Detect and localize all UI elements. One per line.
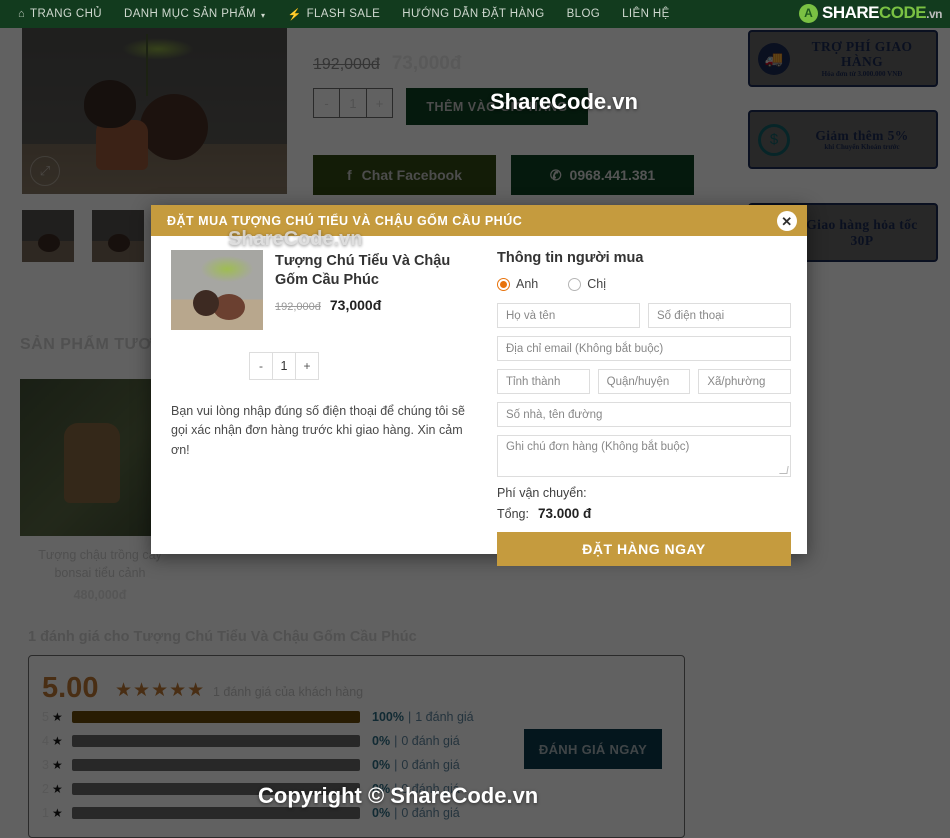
shipping-fee-row: Phí vận chuyển: bbox=[497, 486, 791, 500]
total-value: 73.000 đ bbox=[537, 506, 592, 521]
page-root: ⤢ 192,000đ 73,000đ - 1 + THÊM VÀO GIỎ HÀ… bbox=[0, 0, 950, 838]
modal-note-text: Bạn vui lòng nhập đúng số điện thoại để … bbox=[171, 404, 465, 457]
email-input[interactable]: Địa chỉ email (Không bắt buộc) bbox=[497, 336, 791, 361]
modal-body: Tượng Chú Tiểu Và Chậu Gốm Cầu Phúc 192,… bbox=[151, 236, 807, 566]
site-logo[interactable]: A SHARECODE.vn bbox=[799, 3, 942, 23]
modal-product-summary: Tượng Chú Tiểu Và Chậu Gốm Cầu Phúc 192,… bbox=[171, 250, 481, 330]
modal-product-name: Tượng Chú Tiểu Và Chậu Gốm Cầu Phúc bbox=[275, 253, 451, 289]
modal-form: Thông tin người mua Anh Chị Họ và tên Số… bbox=[491, 250, 797, 566]
form-title: Thông tin người mua bbox=[497, 250, 644, 266]
modal-quantity-value[interactable]: 1 bbox=[272, 353, 296, 379]
total-row: Tổng: 73.000 đ bbox=[497, 506, 791, 521]
fullname-input[interactable]: Họ và tên bbox=[497, 303, 640, 328]
order-modal: ĐẶT MUA TƯỢNG CHÚ TIỂU VÀ CHẬU GỐM CẦU P… bbox=[151, 205, 807, 566]
radio-anh[interactable]: Anh bbox=[497, 277, 538, 291]
radio-icon[interactable] bbox=[568, 277, 582, 291]
phone-input[interactable]: Số điện thoại bbox=[648, 303, 791, 328]
order-note-textarea[interactable]: Ghi chú đơn hàng (Không bắt buộc) bbox=[497, 435, 791, 477]
nav-item-blog[interactable]: BLOG bbox=[567, 8, 601, 20]
nav-item-huong-dan[interactable]: HƯỚNG DẪN ĐẶT HÀNG bbox=[402, 8, 544, 20]
logo-text-share: SHARE bbox=[822, 3, 880, 22]
modal-price-new: 73,000đ bbox=[329, 297, 382, 314]
nav-label: LIÊN HỆ bbox=[622, 8, 670, 20]
logo-text-vn: .vn bbox=[926, 7, 942, 21]
nav-label: HƯỚNG DẪN ĐẶT HÀNG bbox=[402, 8, 545, 20]
modal-header: ĐẶT MUA TƯỢNG CHÚ TIỂU VÀ CHẬU GỐM CẦU P… bbox=[151, 205, 807, 236]
shipping-fee-label: Phí vận chuyển: bbox=[497, 486, 587, 500]
modal-quantity-increase[interactable]: + bbox=[296, 353, 318, 379]
nav-item-danh-muc[interactable]: DANH MỤC SẢN PHẨM ▾ bbox=[124, 8, 265, 20]
gender-radio-group: Anh Chị bbox=[497, 277, 791, 291]
nav-item-lien-he[interactable]: LIÊN HỆ bbox=[622, 8, 670, 20]
modal-left-column: Tượng Chú Tiểu Và Chậu Gốm Cầu Phúc 192,… bbox=[161, 250, 491, 566]
nav-label: BLOG bbox=[566, 8, 601, 20]
radio-label: Chị bbox=[587, 277, 607, 291]
submit-order-button[interactable]: ĐẶT HÀNG NGAY bbox=[497, 532, 791, 566]
radio-label: Anh bbox=[516, 277, 539, 291]
flash-icon: ⚡ bbox=[287, 8, 302, 21]
total-label: Tổng: bbox=[497, 507, 529, 521]
logo-text-code: CODE bbox=[879, 3, 927, 22]
logo-mark-icon: A bbox=[799, 3, 819, 23]
chevron-down-icon: ▾ bbox=[261, 10, 266, 20]
modal-product-image bbox=[171, 250, 263, 330]
top-navigation: ⌂ TRANG CHỦ DANH MỤC SẢN PHẨM ▾ ⚡ FLASH … bbox=[0, 0, 950, 28]
radio-icon-selected[interactable] bbox=[497, 277, 510, 291]
ward-select[interactable]: Xã/phường bbox=[698, 369, 792, 394]
nav-label: TRANG CHỦ bbox=[30, 8, 103, 20]
modal-quantity-stepper[interactable]: - 1 + bbox=[249, 352, 319, 380]
nav-item-trang-chu[interactable]: ⌂ TRANG CHỦ bbox=[18, 8, 102, 20]
modal-quantity-decrease[interactable]: - bbox=[250, 353, 272, 379]
district-select[interactable]: Quận/huyện bbox=[597, 369, 691, 394]
home-icon: ⌂ bbox=[18, 8, 26, 20]
nav-item-flash-sale[interactable]: ⚡ FLASH SALE bbox=[287, 8, 380, 21]
address-input[interactable]: Số nhà, tên đường bbox=[497, 402, 791, 427]
nav-label: FLASH SALE bbox=[306, 8, 381, 20]
nav-label: DANH MỤC SẢN PHẨM bbox=[124, 8, 257, 20]
province-select[interactable]: Tỉnh thành bbox=[497, 369, 590, 394]
radio-chi[interactable]: Chị bbox=[568, 277, 606, 291]
modal-price-old: 192,000đ bbox=[275, 301, 321, 314]
close-icon[interactable]: ✕ bbox=[777, 211, 797, 231]
modal-title: ĐẶT MUA TƯỢNG CHÚ TIỂU VÀ CHẬU GỐM CẦU P… bbox=[167, 213, 523, 228]
